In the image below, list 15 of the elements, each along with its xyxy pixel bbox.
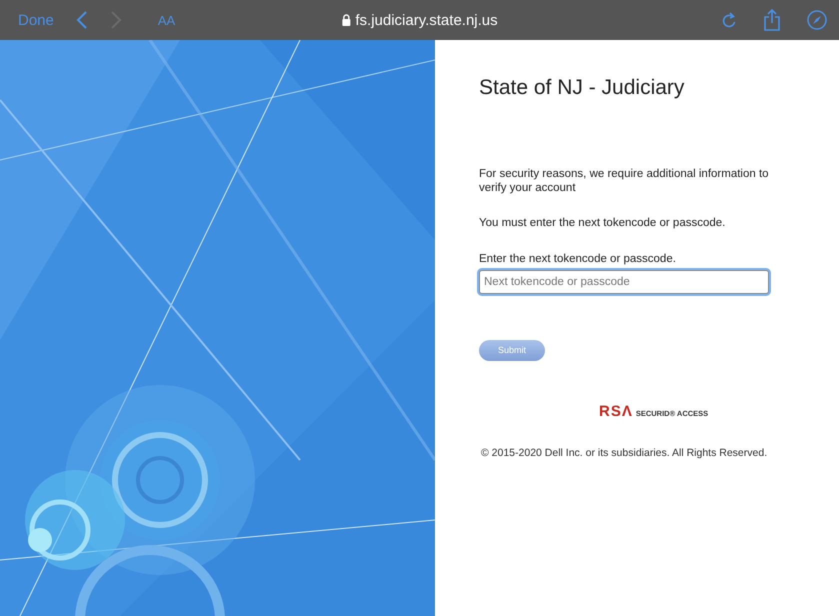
- page-title: State of NJ - Judiciary: [479, 76, 686, 100]
- text-size-button[interactable]: AA: [158, 12, 176, 28]
- field-label: Enter the next tokencode or passcode.: [479, 252, 677, 265]
- logo-brand: RSΛ: [599, 402, 633, 420]
- lock-icon: [341, 14, 350, 26]
- instruction-text: You must enter the next tokencode or passcode.: [479, 216, 726, 229]
- tokencode-input[interactable]: Next tokencode or passcode: [479, 270, 769, 294]
- done-button[interactable]: Done: [18, 12, 54, 28]
- compass-icon[interactable]: [807, 10, 827, 30]
- reload-icon[interactable]: [721, 11, 737, 29]
- url-text[interactable]: fs.judiciary.state.nj.us: [355, 12, 498, 28]
- back-icon[interactable]: [76, 10, 88, 30]
- copyright-text: © 2015-2020 Dell Inc. or its subsidiaries. All Rights Reserved.: [481, 446, 768, 459]
- share-icon[interactable]: [763, 9, 781, 31]
- intro-text: For security reasons, we require additional information to verify your account: [479, 167, 770, 196]
